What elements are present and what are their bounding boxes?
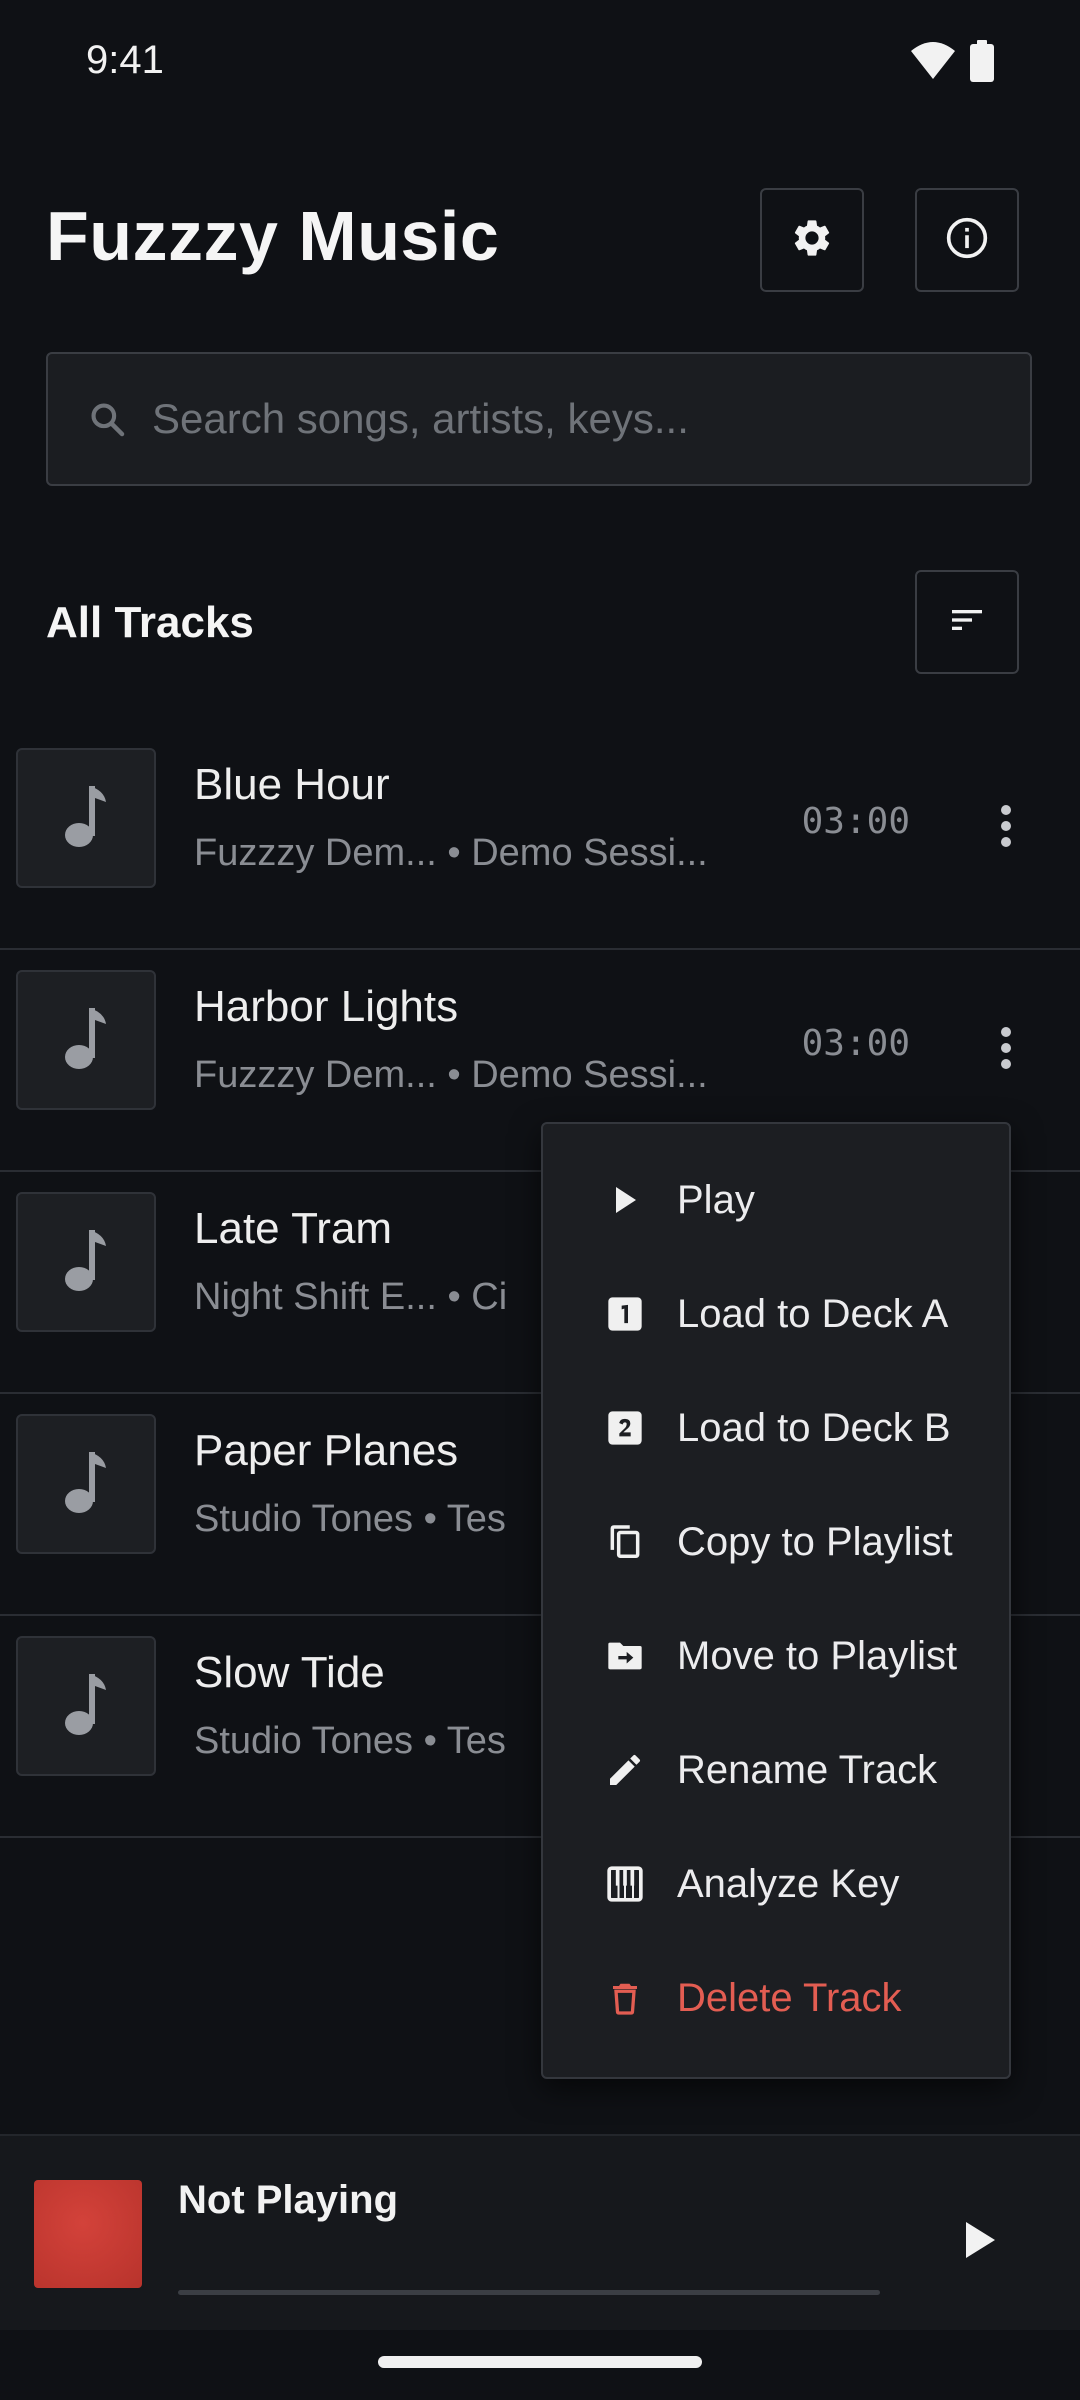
track-thumbnail [16,748,156,888]
menu-item-label: Copy to Playlist [677,1519,953,1564]
copy-icon [595,1522,655,1562]
menu-item-label: Move to Playlist [677,1633,958,1678]
more-options-button[interactable] [984,798,1028,858]
music-note-icon [64,1672,108,1741]
search-input[interactable] [150,394,974,444]
menu-item-play[interactable]: Play [543,1143,1009,1257]
track-title: Paper Planes [194,1426,459,1475]
track-subtitle: Fuzzzy Dem... • Demo Sessi... [194,832,708,874]
pencil-icon [595,1750,655,1790]
menu-item-load-deck-b[interactable]: Load to Deck B [543,1371,1009,1485]
menu-item-label: Delete Track [677,1975,902,2020]
deck-1-icon [595,1294,655,1334]
more-options-button[interactable] [984,1020,1028,1080]
track-thumbnail [16,1192,156,1332]
track-duration: 03:00 [801,801,910,842]
playback-progress-bar[interactable] [178,2290,880,2295]
track-subtitle: Studio Tones • Tes [194,1720,506,1762]
section-title: All Tracks [46,598,254,647]
status-time: 9:41 [86,38,164,82]
track-row[interactable]: Blue Hour Fuzzzy Dem... • Demo Sessi... … [0,728,1080,950]
track-subtitle: Fuzzzy Dem... • Demo Sessi... [194,1054,708,1096]
deck-2-icon [595,1408,655,1448]
music-note-icon [64,1006,108,1075]
move-folder-icon [595,1636,655,1676]
battery-icon [970,40,994,87]
music-note-icon [64,1450,108,1519]
menu-item-label: Load to Deck B [677,1405,951,1450]
music-note-icon [64,784,108,853]
track-title: Harbor Lights [194,982,459,1031]
trash-icon [595,1978,655,2018]
album-art [34,2180,142,2288]
gear-icon [790,216,834,265]
track-context-menu: Play Load to Deck A Load to Deck B Copy … [541,1122,1011,2079]
search-bar[interactable] [46,352,1032,486]
more-vert-icon [1000,804,1012,853]
menu-item-label: Rename Track [677,1747,938,1792]
track-thumbnail [16,1636,156,1776]
now-playing-title: Not Playing [178,2178,399,2222]
gesture-nav-handle[interactable] [378,2356,702,2368]
play-icon [963,2220,997,2265]
menu-item-copy-to-playlist[interactable]: Copy to Playlist [543,1485,1009,1599]
menu-item-load-deck-a[interactable]: Load to Deck A [543,1257,1009,1371]
status-icons [910,40,994,87]
settings-button[interactable] [760,188,864,292]
menu-item-label: Play [677,1177,755,1222]
track-title: Slow Tide [194,1648,385,1697]
track-title: Late Tram [194,1204,393,1253]
play-icon [595,1185,655,1215]
more-vert-icon [1000,1026,1012,1075]
track-subtitle: Studio Tones • Tes [194,1498,506,1540]
mini-player[interactable]: Not Playing [0,2134,1080,2330]
menu-item-label: Analyze Key [677,1861,900,1906]
status-bar: 9:41 [0,0,1080,120]
menu-item-move-to-playlist[interactable]: Move to Playlist [543,1599,1009,1713]
menu-item-rename-track[interactable]: Rename Track [543,1713,1009,1827]
track-duration: 03:00 [801,1023,910,1064]
track-thumbnail [16,970,156,1110]
menu-item-label: Load to Deck A [677,1291,949,1336]
menu-item-analyze-key[interactable]: Analyze Key [543,1827,1009,1941]
wifi-icon [910,41,956,86]
track-thumbnail [16,1414,156,1554]
track-subtitle: Night Shift E... • Ci [194,1276,508,1318]
info-icon [945,216,989,265]
app-title: Fuzzzy Music [46,197,500,275]
music-note-icon [64,1228,108,1297]
sort-icon [947,600,987,645]
play-button[interactable] [940,2202,1020,2282]
sort-button[interactable] [915,570,1019,674]
track-title: Blue Hour [194,760,390,809]
menu-item-delete-track[interactable]: Delete Track [543,1941,1009,2055]
search-icon [88,400,126,438]
info-button[interactable] [915,188,1019,292]
piano-icon [595,1864,655,1904]
